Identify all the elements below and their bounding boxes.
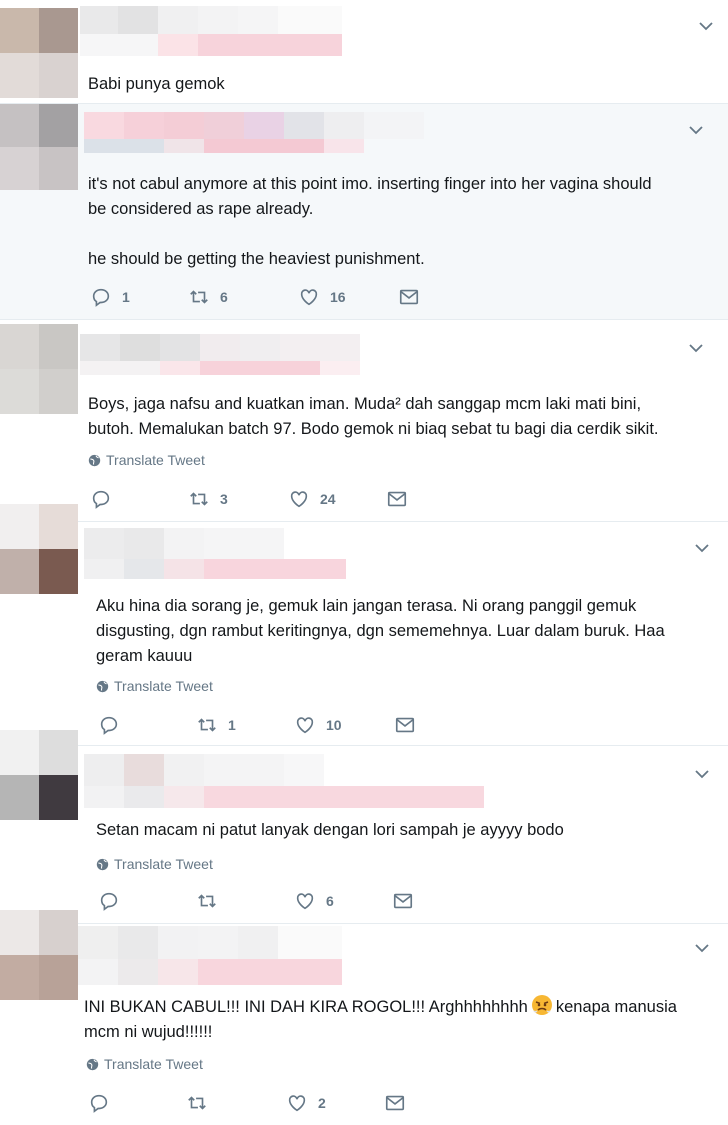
translate-label: Translate Tweet [106,452,205,468]
tweet-5[interactable]: Setan macam ni patut lanyak dengan lori … [0,730,728,924]
user-name-censored[interactable] [80,6,342,62]
tweet-actions: 1 10 [98,714,416,736]
retweet-button[interactable] [196,890,294,912]
translate-tweet-link[interactable]: Translate Tweet [96,678,213,694]
reply-button[interactable] [98,714,196,736]
envelope-icon [393,893,413,909]
reply-icon [100,892,118,911]
reply-button[interactable] [88,1092,186,1114]
tweet-text: Boys, jaga nafsu and kuatkan iman. Muda²… [88,395,659,438]
tweet-2[interactable]: it's not cabul anymore at this point imo… [0,104,728,320]
tweet-text-start: INI BUKAN CABUL!!! INI DAH KIRA ROGOL!!!… [84,998,528,1016]
heart-icon [296,717,314,734]
reply-button[interactable] [90,488,188,510]
like-button[interactable]: 24 [288,488,386,510]
envelope-icon [385,1095,405,1111]
envelope-icon [395,717,415,733]
user-name-censored[interactable] [84,754,484,818]
tweet-3[interactable]: Boys, jaga nafsu and kuatkan iman. Muda²… [0,320,728,522]
envelope-icon [387,491,407,507]
translate-label: Translate Tweet [104,1056,203,1072]
retweet-icon [198,718,216,732]
dm-button[interactable] [398,286,420,308]
user-name-censored[interactable] [84,112,424,166]
tweet-6[interactable]: INI BUKAN CABUL!!! INI DAH KIRA ROGOL!!!… [0,910,728,1125]
tweet-text: Setan macam ni patut lanyak dengan lori … [96,821,564,839]
dm-button[interactable] [384,1092,406,1114]
tweet-4[interactable]: Aku hina dia sorang je, gemuk lain janga… [0,504,728,746]
retweet-icon [188,1096,206,1110]
heart-icon [296,893,314,910]
translate-tweet-link[interactable]: Translate Tweet [88,452,205,468]
tweet-actions: 3 24 [90,488,408,510]
reply-icon [92,490,110,509]
retweet-button[interactable]: 6 [188,286,298,308]
avatar[interactable] [0,730,78,820]
tweet-text: INI BUKAN CABUL!!! INI DAH KIRA ROGOL!!!… [84,994,677,1045]
tweet-actions: 1 6 16 [90,286,420,308]
reply-icon [100,716,118,735]
chevron-down-icon[interactable] [694,766,710,782]
chevron-down-icon[interactable] [688,340,704,356]
reply-icon [92,288,110,307]
heart-icon [288,1095,306,1112]
translate-tweet-link[interactable]: Translate Tweet [86,1056,203,1072]
user-name-censored[interactable] [80,334,360,388]
retweet-icon [190,492,208,506]
like-count: 6 [326,893,334,909]
like-count: 10 [326,717,342,733]
like-button[interactable]: 16 [298,286,398,308]
tweet-text: Babi punya gemok [88,75,225,93]
tweet-actions: 6 [98,890,414,912]
tweet-actions: 2 [88,1092,406,1114]
dm-button[interactable] [386,488,408,510]
user-name-censored[interactable] [84,528,346,590]
chevron-down-icon[interactable] [694,540,710,556]
translate-label: Translate Tweet [114,678,213,694]
chevron-down-icon[interactable] [688,122,704,138]
globe-icon [86,1058,99,1070]
chevron-down-icon[interactable] [694,940,710,956]
user-name-censored[interactable] [78,926,342,992]
chevron-down-icon[interactable] [698,18,714,34]
retweet-button[interactable]: 1 [196,714,294,736]
heart-icon [290,491,308,508]
retweet-count: 1 [228,717,236,733]
translate-tweet-link[interactable]: Translate Tweet [96,856,213,872]
like-button[interactable]: 6 [294,890,392,912]
like-count: 24 [320,491,336,507]
reply-count: 1 [122,289,130,305]
angry-face-emoji [531,995,552,1015]
tweet-1[interactable]: Babi punya gemok [0,0,728,104]
retweet-icon [198,894,216,908]
retweet-icon [190,290,208,304]
tweet-text: it's not cabul anymore at this point imo… [88,175,652,268]
avatar[interactable] [0,504,78,594]
retweet-button[interactable]: 3 [188,488,288,510]
tweet-text: Aku hina dia sorang je, gemuk lain janga… [96,597,665,665]
like-count: 2 [318,1095,326,1111]
reply-button[interactable]: 1 [90,286,188,308]
heart-icon [300,289,318,306]
envelope-icon [399,289,419,305]
avatar[interactable] [0,910,78,1000]
globe-icon [96,858,109,870]
reply-button[interactable] [98,890,196,912]
avatar[interactable] [0,324,78,414]
retweet-count: 6 [220,289,228,305]
like-button[interactable]: 2 [286,1092,384,1114]
like-count: 16 [330,289,346,305]
translate-label: Translate Tweet [114,856,213,872]
avatar[interactable] [0,104,78,190]
dm-button[interactable] [394,714,416,736]
avatar[interactable] [0,8,78,98]
retweet-count: 3 [220,491,228,507]
globe-icon [96,680,109,692]
reply-icon [90,1094,108,1113]
dm-button[interactable] [392,890,414,912]
like-button[interactable]: 10 [294,714,394,736]
retweet-button[interactable] [186,1092,286,1114]
globe-icon [88,454,101,466]
